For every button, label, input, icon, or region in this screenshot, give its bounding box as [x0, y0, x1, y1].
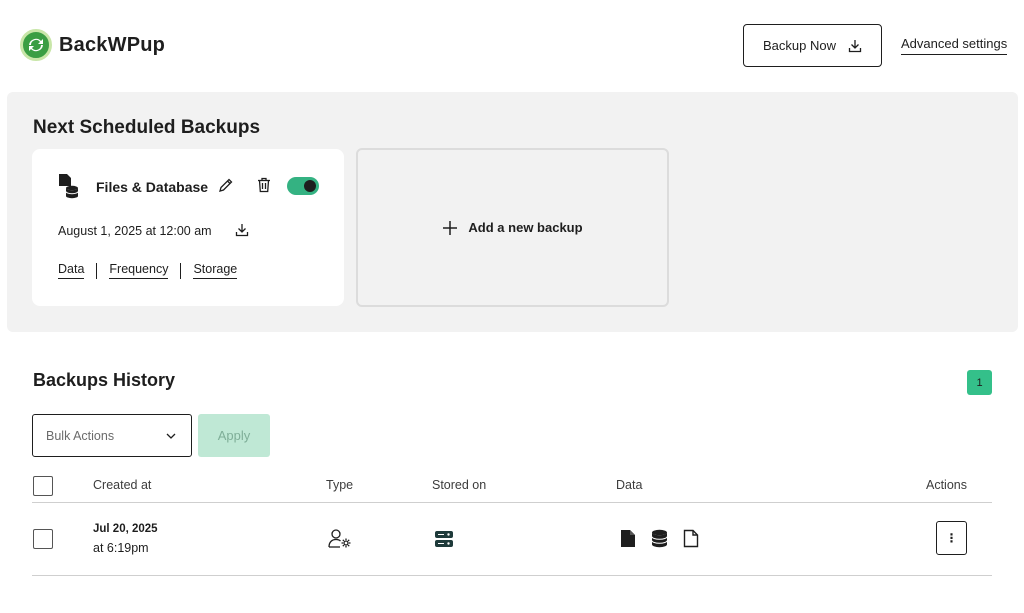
select-all-checkbox[interactable] — [33, 476, 53, 496]
backup-now-button[interactable]: Backup Now — [743, 24, 882, 67]
row-actions-menu-button[interactable]: ⋮ — [936, 521, 967, 555]
scheduled-backups-title: Next Scheduled Backups — [33, 117, 261, 138]
link-divider — [96, 262, 98, 279]
delete-trash-icon[interactable] — [257, 177, 271, 198]
backup-job-links: Data Frequency Storage — [58, 262, 238, 279]
column-data: Data — [616, 478, 643, 492]
row-checkbox[interactable] — [33, 529, 53, 549]
bulk-actions-select[interactable]: Bulk Actions — [32, 414, 192, 457]
table-divider — [32, 575, 992, 576]
data-link[interactable]: Data — [58, 262, 85, 279]
column-type: Type — [326, 478, 354, 492]
link-divider — [180, 262, 182, 279]
scheduled-backups-panel: Next Scheduled Backups Files & Database — [7, 92, 1018, 332]
download-icon — [848, 39, 862, 52]
toggle-knob — [304, 180, 316, 192]
column-actions: Actions — [926, 478, 967, 492]
file-outline-icon — [683, 529, 699, 548]
chevron-down-icon — [166, 433, 176, 439]
backup-job-toggle[interactable] — [287, 177, 319, 195]
frequency-link[interactable]: Frequency — [109, 262, 169, 279]
files-database-icon — [57, 173, 79, 204]
column-created-at[interactable]: Created at — [93, 478, 151, 492]
storage-link[interactable]: Storage — [193, 262, 238, 279]
backup-time: at 6:19pm — [93, 541, 149, 555]
backups-history-title: Backups History — [33, 370, 176, 390]
next-backup-date: August 1, 2025 at 12:00 am — [58, 224, 212, 238]
advanced-settings-link[interactable]: Advanced settings — [901, 36, 1008, 55]
user-gear-icon — [328, 528, 354, 555]
backup-now-label: Backup Now — [763, 38, 836, 53]
bulk-actions-placeholder: Bulk Actions — [46, 428, 115, 443]
database-icon — [651, 529, 668, 548]
backup-job-title: Files & Database — [96, 179, 209, 195]
data-icons — [620, 529, 714, 548]
plus-icon — [443, 220, 458, 235]
app-logo[interactable]: BackWPup — [20, 29, 165, 61]
column-stored-on: Stored on — [432, 478, 487, 492]
apply-button[interactable]: Apply — [198, 414, 270, 457]
file-solid-icon — [620, 529, 636, 548]
top-header: BackWPup Backup Now Advanced settings — [0, 0, 1024, 92]
pagination-page-1[interactable]: 1 — [967, 370, 992, 395]
backup-job-card: Files & Database August 1, 2025 at 12:00… — [32, 149, 344, 306]
backup-date: Jul 20, 2025 — [93, 523, 158, 535]
edit-pencil-icon[interactable] — [218, 177, 234, 198]
download-icon[interactable] — [235, 223, 249, 242]
app-name: BackWPup — [59, 33, 166, 56]
table-divider — [32, 502, 992, 503]
add-new-backup-button[interactable]: Add a new backup — [356, 148, 669, 307]
backwpup-logo-icon — [20, 29, 52, 61]
add-new-backup-label: Add a new backup — [468, 220, 583, 235]
server-icon — [434, 530, 454, 553]
